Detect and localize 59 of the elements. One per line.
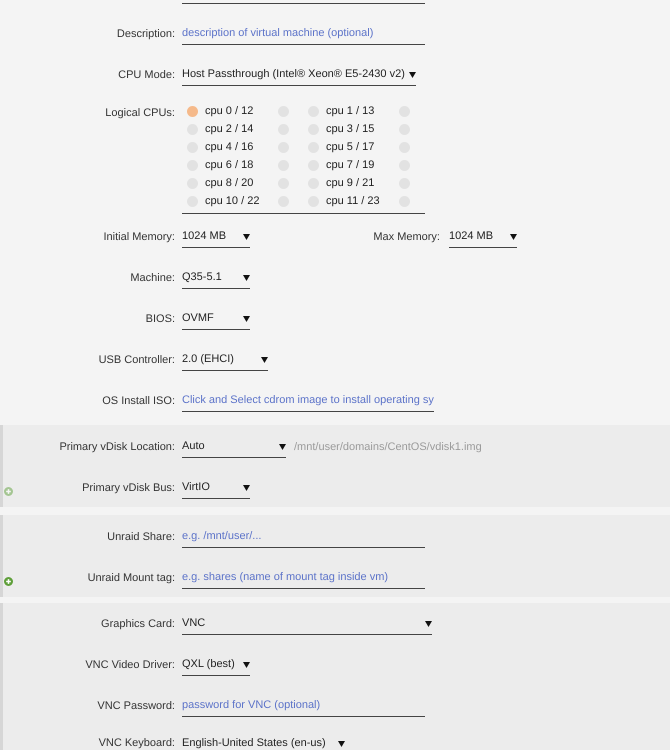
field-label: Initial Memory: [103,230,175,245]
caret-icon [243,316,250,322]
dropdown[interactable]: Host Passthrough (Intel® Xeon® E5-2430 v2) [182,64,416,86]
caret-icon [243,274,250,280]
caret-icon [510,234,517,240]
caret-icon [338,740,345,746]
field-label: Unraid Mount tag: [88,571,175,586]
cpu-label: cpu 7 / 19 [326,158,374,172]
cpu-label: cpu 4 / 16 [205,140,254,154]
dropdown[interactable]: VNC [182,613,432,635]
dropdown[interactable]: 2.0 (EHCI) [182,349,268,371]
text-field[interactable]: e.g. /mnt/user/... [182,526,425,548]
dropdown[interactable]: QXL (best) [182,654,250,676]
cpu-label: cpu 3 / 15 [326,122,374,136]
cpu-checkbox[interactable] [187,106,198,116]
field-label: BIOS: [146,312,175,327]
add-icon[interactable] [4,577,13,586]
caret-icon [279,444,286,450]
field-label: Graphics Card: [101,617,175,632]
dropdown[interactable]: 1024 MB [182,226,250,248]
field-label: USB Controller: [98,353,175,368]
disk-path-text: /mnt/user/domains/CentOS/vdisk1.img [294,440,482,454]
field-label: VNC Password: [97,699,175,714]
cpu-label: cpu 0 / 12 [205,104,254,118]
cpu-label: cpu 6 / 18 [205,158,254,172]
caret-icon [243,662,250,668]
cpu-label: cpu 10 / 22 [205,194,260,208]
field-label: Unraid Share: [107,530,175,545]
text-field[interactable]: e.g. shares (name of mount tag inside vm) [182,567,425,589]
field-label: Primary vDisk Bus: [82,481,175,496]
cpu-label: cpu 2 / 14 [205,122,254,136]
cpu-label: cpu 5 / 17 [326,140,374,154]
dropdown[interactable]: VirtIO [182,477,250,499]
caret-icon [425,620,432,626]
field-label: Logical CPUs: [105,106,175,121]
dropdown[interactable]: Auto [182,436,286,458]
field-label: CPU Mode: [118,68,175,83]
cpu-label: cpu 11 / 23 [326,194,380,208]
caret-icon [408,72,416,78]
caret-icon [243,234,250,240]
text-field[interactable]: password for VNC (optional) [182,695,425,717]
dropdown[interactable]: Q35-5.1 [182,267,250,289]
dropdown[interactable]: OVMF [182,308,250,330]
field-label: Primary vDisk Location: [59,440,175,455]
caret-icon [261,356,268,362]
cpu-label: cpu 9 / 21 [326,176,374,190]
field-label: Machine: [130,271,175,286]
field-label: OS Install ISO: [102,394,175,409]
field-label: Description: [116,27,175,42]
text-field[interactable]: Click and Select cdrom image to install operating sy [182,390,434,412]
dropdown[interactable]: English-United States (en-us) [182,734,345,750]
field-label: VNC Keyboard: [98,736,175,750]
dropdown[interactable]: 1024 MB [449,226,517,248]
cpu-label: cpu 1 / 13 [326,104,374,118]
field-label: VNC Video Driver: [85,658,175,673]
field-label: Max Memory: [373,230,440,245]
caret-icon [243,484,250,490]
text-field[interactable]: description of virtual machine (optional) [182,23,425,45]
cpu-label: cpu 8 / 20 [205,176,254,190]
